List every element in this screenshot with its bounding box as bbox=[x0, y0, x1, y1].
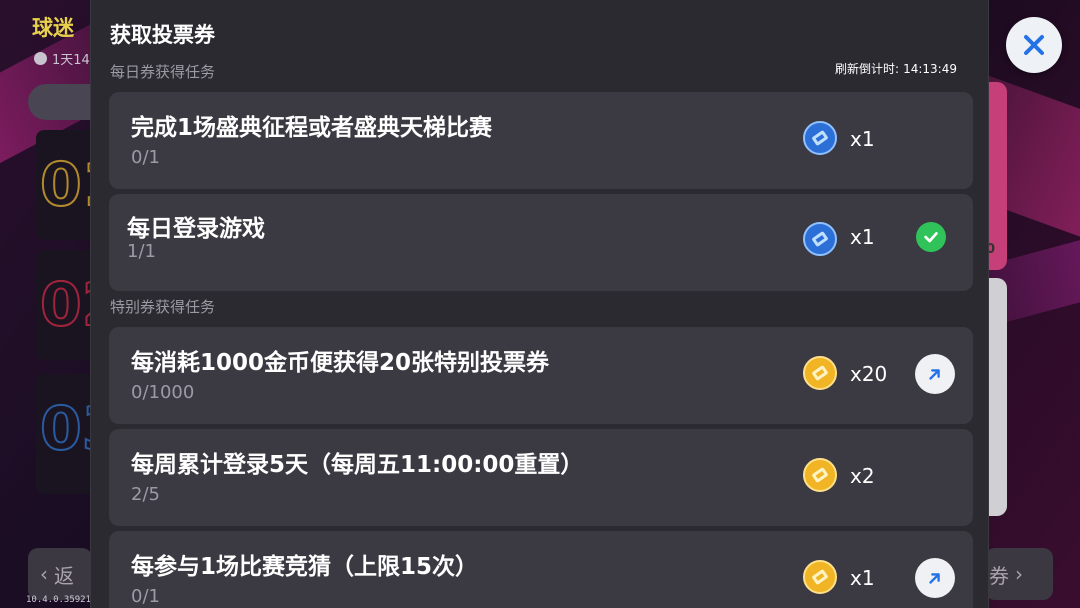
task-card: 每日登录游戏 1/1 x1 bbox=[109, 194, 973, 291]
task-title: 每日登录游戏 bbox=[127, 216, 265, 242]
clock-icon bbox=[34, 52, 47, 65]
arrow-up-right-icon bbox=[929, 369, 940, 380]
chevron-left-icon: ‹ bbox=[40, 562, 48, 586]
task-progress: 2/5 bbox=[131, 484, 160, 505]
modal-title: 获取投票券 bbox=[110, 23, 215, 47]
task-title: 完成1场盛典征程或者盛典天梯比赛 bbox=[131, 115, 493, 141]
reward-count: x20 bbox=[850, 362, 888, 386]
task-card: 每参与1场比赛竞猜（上限15次） 0/1 x1 bbox=[109, 531, 973, 608]
chevron-right-icon: › bbox=[1015, 562, 1023, 586]
event-title: 球迷 bbox=[32, 16, 74, 40]
task-title: 每周累计登录5天（每周五11:00:00重置） bbox=[131, 452, 584, 478]
next-button-label: 券 bbox=[989, 563, 1009, 588]
refresh-countdown: 刷新倒计时: 14:13:49 bbox=[835, 60, 957, 77]
task-title: 每消耗1000金币便获得20张特别投票券 bbox=[131, 350, 550, 376]
gold-ticket-icon bbox=[803, 560, 837, 594]
close-button[interactable] bbox=[1006, 17, 1062, 73]
arrow-up-right-icon bbox=[929, 573, 940, 584]
go-button[interactable] bbox=[915, 354, 955, 394]
gold-ticket-icon bbox=[803, 458, 837, 492]
next-button: 券 › bbox=[985, 548, 1053, 600]
event-countdown-text: 1天14 bbox=[52, 53, 90, 68]
task-progress: 0/1000 bbox=[131, 382, 195, 403]
reward-count: x1 bbox=[850, 127, 875, 151]
check-icon bbox=[916, 222, 946, 252]
task-card: 完成1场盛典征程或者盛典天梯比赛 0/1 x1 bbox=[109, 92, 973, 189]
blue-ticket-icon bbox=[803, 121, 837, 155]
daily-section-label: 每日券获得任务 bbox=[110, 63, 216, 81]
task-card: 每周累计登录5天（每周五11:00:00重置） 2/5 x2 bbox=[109, 429, 973, 526]
task-progress: 0/1 bbox=[131, 147, 160, 168]
back-button-label: 返 bbox=[54, 563, 74, 588]
reward-count: x2 bbox=[850, 464, 875, 488]
refresh-time: 14:13:49 bbox=[903, 62, 957, 76]
task-progress: 1/1 bbox=[127, 241, 156, 262]
special-section-label: 特别券获得任务 bbox=[110, 298, 216, 316]
go-button[interactable] bbox=[915, 558, 955, 598]
back-button: ‹ 返 bbox=[28, 548, 92, 600]
event-countdown: 1天14 bbox=[34, 49, 90, 68]
gold-ticket-icon bbox=[803, 356, 837, 390]
reward-count: x1 bbox=[850, 225, 875, 249]
close-icon bbox=[1024, 35, 1044, 55]
refresh-label: 刷新倒计时: bbox=[835, 62, 900, 76]
vote-ticket-modal: 获取投票券 每日券获得任务 刷新倒计时: 14:13:49 完成1场盛典征程或者盛… bbox=[90, 0, 989, 608]
blue-ticket-icon bbox=[803, 222, 837, 256]
task-title: 每参与1场比赛竞猜（上限15次） bbox=[131, 554, 479, 580]
task-card: 每消耗1000金币便获得20张特别投票券 0/1000 x20 bbox=[109, 327, 973, 424]
task-progress: 0/1 bbox=[131, 586, 160, 607]
reward-count: x1 bbox=[850, 566, 875, 590]
